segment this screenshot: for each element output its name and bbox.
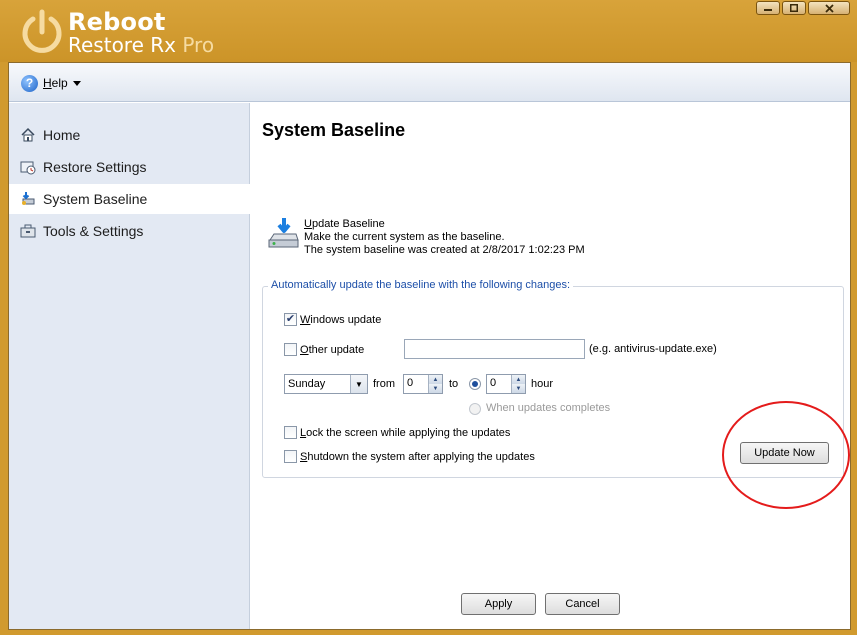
windows-update-checkbox[interactable]: ✔ xyxy=(284,313,297,326)
help-icon: ? xyxy=(21,74,38,92)
system-baseline-icon xyxy=(19,191,36,208)
windows-update-label: Windows update xyxy=(300,313,382,326)
spin-down-icon[interactable]: ▼ xyxy=(429,384,442,393)
sidebar-item-home[interactable]: Home xyxy=(9,120,250,150)
when-complete-text: When updates completes xyxy=(486,402,611,414)
from-label: from xyxy=(373,378,395,390)
minimize-icon xyxy=(764,9,772,11)
from-hour-value: 0 xyxy=(407,377,414,389)
day-select-value: Sunday xyxy=(288,378,326,390)
sidebar-item-restore-settings[interactable]: Restore Settings xyxy=(9,152,250,182)
baseline-created-text: The system baseline was created at 2/8/2… xyxy=(304,244,585,256)
sidebar-item-label: Home xyxy=(43,127,81,143)
other-update-checkbox[interactable] xyxy=(284,343,297,356)
auto-update-group: Automatically update the baseline with t… xyxy=(262,279,844,478)
app-subname: Restore Rx Pro xyxy=(68,33,214,57)
sidebar-item-label: Tools & Settings xyxy=(43,223,144,239)
lock-screen-checkbox[interactable] xyxy=(284,426,297,439)
windows-update-option[interactable]: ✔ Windows update xyxy=(284,313,381,326)
sidebar: Home Restore Settings System Baseline To… xyxy=(9,103,250,629)
update-baseline-heading: Update Baseline xyxy=(304,218,385,230)
sidebar-item-label: System Baseline xyxy=(43,191,148,207)
radio-selected-dot xyxy=(472,381,478,387)
title-bar: Reboot Restore Rx Pro xyxy=(0,0,857,62)
sidebar-item-tools-settings[interactable]: Tools & Settings xyxy=(9,216,250,246)
restore-settings-icon xyxy=(19,159,36,176)
spinner-buttons[interactable]: ▲ ▼ xyxy=(428,375,442,393)
to-hour-spinner[interactable]: 0 ▲ ▼ xyxy=(486,374,526,394)
main-window: ? Help Home Restore Settings System Base… xyxy=(8,62,851,630)
sidebar-item-system-baseline[interactable]: System Baseline xyxy=(9,184,250,214)
update-baseline-icon xyxy=(268,218,299,248)
chevron-down-icon[interactable]: ▼ xyxy=(350,375,367,393)
update-baseline-info: Update Baseline Make the current system … xyxy=(304,218,585,257)
lock-screen-label: Lock the screen while applying the updat… xyxy=(300,426,511,439)
shutdown-label: Shutdown the system after applying the u… xyxy=(300,450,535,463)
menu-bar: ? Help xyxy=(9,63,850,102)
dropdown-arrow-icon xyxy=(72,80,81,86)
checkmark-icon: ✔ xyxy=(285,313,296,325)
shutdown-checkbox[interactable] xyxy=(284,450,297,463)
close-button[interactable] xyxy=(808,1,850,15)
app-name: Reboot xyxy=(68,8,166,36)
other-update-input[interactable] xyxy=(404,339,585,359)
spin-up-icon[interactable]: ▲ xyxy=(429,375,442,384)
help-label: Help xyxy=(43,76,68,90)
app-edition: Pro xyxy=(182,33,215,57)
sidebar-item-label: Restore Settings xyxy=(43,159,147,175)
other-update-label: Other update xyxy=(300,343,365,356)
lock-screen-option[interactable]: Lock the screen while applying the updat… xyxy=(284,426,510,439)
update-now-button[interactable]: Update Now xyxy=(740,442,829,464)
spinner-buttons[interactable]: ▲ ▼ xyxy=(511,375,525,393)
maximize-button[interactable] xyxy=(782,1,806,15)
shutdown-option[interactable]: Shutdown the system after applying the u… xyxy=(284,450,535,463)
apply-button[interactable]: Apply xyxy=(461,593,536,615)
content-panel: System Baseline Update Baseline Make the… xyxy=(251,103,850,629)
when-complete-label: When updates completes xyxy=(486,402,610,414)
to-hour-value: 0 xyxy=(490,377,497,389)
update-baseline-description: Make the current system as the baseline. xyxy=(304,231,505,243)
hour-label: hour xyxy=(531,378,554,390)
to-hour-radio[interactable] xyxy=(469,378,481,390)
day-select[interactable]: Sunday ▼ xyxy=(284,374,368,394)
other-update-hint: (e.g. antivirus-update.exe) xyxy=(589,343,717,355)
page-title: System Baseline xyxy=(262,120,406,140)
tools-icon xyxy=(19,223,36,240)
from-hour-spinner[interactable]: 0 ▲ ▼ xyxy=(403,374,443,394)
spin-down-icon[interactable]: ▼ xyxy=(512,384,525,393)
cancel-button[interactable]: Cancel xyxy=(545,593,620,615)
group-legend: Automatically update the baseline with t… xyxy=(268,279,574,291)
window-controls xyxy=(756,1,850,15)
other-update-option[interactable]: Other update xyxy=(284,343,364,356)
home-icon xyxy=(19,127,36,144)
maximize-icon xyxy=(790,4,798,12)
app-product-name: Restore Rx xyxy=(68,33,176,57)
close-icon xyxy=(824,3,834,13)
power-logo-icon xyxy=(22,9,62,53)
help-menu-button[interactable]: ? Help xyxy=(21,73,81,93)
spin-up-icon[interactable]: ▲ xyxy=(512,375,525,384)
when-complete-radio[interactable] xyxy=(469,403,481,415)
to-label: to xyxy=(449,378,459,390)
minimize-button[interactable] xyxy=(756,1,780,15)
